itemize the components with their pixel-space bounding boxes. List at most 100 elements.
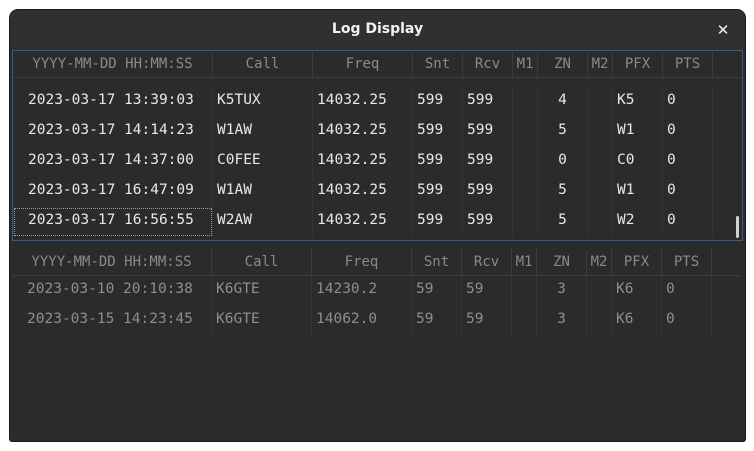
- column-header-freq[interactable]: Freq: [313, 51, 413, 77]
- cell-rcv: 599: [463, 147, 513, 177]
- cell-pfx: W1: [613, 117, 663, 147]
- cell-pfx: W1: [613, 177, 663, 207]
- cell-call: K6GTE: [212, 276, 312, 306]
- cell-timestamp: 2023-03-17 13:39:03: [13, 87, 213, 117]
- cell-pts: 0: [662, 276, 712, 306]
- cell-rcv: 599: [463, 87, 513, 117]
- cell-pts: 0: [663, 87, 713, 117]
- cell-snt: 599: [413, 87, 463, 117]
- cell-zn: 5: [538, 177, 588, 207]
- partial-row: 2023-03-17 13:30:00W1AW14032.255995995W1…: [13, 77, 713, 83]
- cell-pfx: K5: [613, 87, 663, 117]
- cell-m2: [588, 147, 613, 177]
- cell-pts: 0: [663, 177, 713, 207]
- column-header-rcv[interactable]: Rcv: [462, 249, 512, 275]
- column-header-m2[interactable]: M2: [588, 51, 613, 77]
- cell-call: W2AW: [213, 207, 313, 237]
- cell-zn: 3: [537, 306, 587, 336]
- cell-pts: 0: [662, 306, 712, 336]
- cell-freq: 14062.0: [312, 306, 412, 336]
- cell-m1: [512, 276, 537, 306]
- cell-call: W1AW: [213, 77, 313, 83]
- table-row[interactable]: 2023-03-17 16:47:09 W1AW 14032.25 599 599 5 W1…: [13, 177, 713, 207]
- column-header-rcv[interactable]: Rcv: [463, 51, 513, 77]
- cell-m1: [513, 117, 538, 147]
- column-header-m1[interactable]: M1: [512, 249, 537, 275]
- cell-snt: 59: [412, 276, 462, 306]
- cell-m2: [588, 87, 613, 117]
- cell-pts: 0: [663, 77, 713, 83]
- cell-m2: [588, 207, 613, 237]
- cell-timestamp: 2023-03-17 13:30:00: [13, 77, 213, 83]
- close-icon[interactable]: ✕: [711, 18, 735, 42]
- column-header-pfx[interactable]: PFX: [613, 51, 663, 77]
- column-header-timestamp[interactable]: YYYY-MM-DD HH:MM:SS: [13, 51, 213, 77]
- cell-timestamp: 2023-03-17 16:47:09: [13, 177, 213, 207]
- cell-snt: 599: [413, 77, 463, 83]
- column-header-snt[interactable]: Snt: [412, 249, 462, 275]
- cell-zn: 0: [538, 147, 588, 177]
- cell-call: K6GTE: [212, 306, 312, 336]
- focused-timestamp-cell: 2023-03-17 16:56:55: [13, 207, 213, 237]
- cell-timestamp: 2023-03-15 14:23:45: [12, 306, 212, 336]
- title-bar: Log Display ✕: [10, 10, 745, 51]
- cell-call: K5TUX: [213, 87, 313, 117]
- cell-m1: [513, 147, 538, 177]
- table-header: YYYY-MM-DD HH:MM:SS Call Freq Snt Rcv M1 ZN M2 P…: [13, 51, 742, 78]
- column-header-pfx[interactable]: PFX: [612, 249, 662, 275]
- contest-log-table[interactable]: YYYY-MM-DD HH:MM:SS Call Freq Snt Rcv M1 ZN M2 P…: [12, 50, 743, 241]
- column-header-snt[interactable]: Snt: [413, 51, 463, 77]
- table-row[interactable]: 2023-03-10 20:10:38 K6GTE 14230.2 59 59 3 K6 0: [12, 276, 712, 306]
- cell-zn: 4: [538, 87, 588, 117]
- column-header-zn[interactable]: ZN: [537, 249, 587, 275]
- table-row[interactable]: 2023-03-17 13:39:03 K5TUX 14032.25 599 599 4 K…: [13, 87, 713, 117]
- window-title: Log Display: [331, 21, 424, 37]
- column-header-m2[interactable]: M2: [587, 249, 612, 275]
- cell-freq: 14032.25: [313, 177, 413, 207]
- cell-zn: 5: [538, 207, 588, 237]
- scrollbar-thumb[interactable]: [736, 216, 739, 238]
- column-header-pts[interactable]: PTS: [662, 249, 712, 275]
- cell-snt: 59: [412, 306, 462, 336]
- cell-call: W1AW: [213, 177, 313, 207]
- cell-rcv: 59: [462, 306, 512, 336]
- table-row[interactable]: 2023-03-17 14:37:00 C0FEE 14032.25 599 599 0 C…: [13, 147, 713, 177]
- column-header-call[interactable]: Call: [213, 51, 313, 77]
- table-row[interactable]: 2023-03-15 14:23:45 K6GTE 14062.0 59 59 3 K6 0: [12, 306, 712, 336]
- cell-snt: 599: [413, 177, 463, 207]
- table-row[interactable]: 2023-03-17 14:14:23 W1AW 14032.25 599 599 5 W1…: [13, 117, 713, 147]
- column-header-zn[interactable]: ZN: [538, 51, 588, 77]
- cell-rcv: 599: [463, 177, 513, 207]
- cell-snt: 599: [413, 147, 463, 177]
- column-header-call[interactable]: Call: [212, 249, 312, 275]
- table-row[interactable]: 2023-03-17 16:56:55 W2AW 14032.25 599 599 5 W2…: [13, 207, 713, 237]
- cell-pfx: W1: [613, 77, 663, 83]
- cell-timestamp: 2023-03-17 14:14:23: [13, 117, 213, 147]
- cell-rcv: 599: [463, 207, 513, 237]
- cell-m1: [513, 77, 538, 83]
- cell-freq: 14032.25: [313, 147, 413, 177]
- cell-timestamp: 2023-03-10 20:10:38: [12, 276, 212, 306]
- column-header-m1[interactable]: M1: [513, 51, 538, 77]
- cell-m1: [512, 306, 537, 336]
- cell-pfx: C0: [613, 147, 663, 177]
- column-header-freq[interactable]: Freq: [312, 249, 412, 275]
- cell-m1: [513, 177, 538, 207]
- column-header-pts[interactable]: PTS: [663, 51, 713, 77]
- cell-m2: [588, 117, 613, 147]
- cell-m2: [588, 77, 613, 83]
- cell-freq: 14032.25: [313, 207, 413, 237]
- cell-pfx: K6: [612, 306, 662, 336]
- call-history-table[interactable]: YYYY-MM-DD HH:MM:SS Call Freq Snt Rcv M1 ZN M2 P…: [12, 249, 741, 439]
- cell-pts: 0: [663, 147, 713, 177]
- cell-m2: [588, 177, 613, 207]
- cell-pfx: K6: [612, 276, 662, 306]
- cell-freq: 14032.25: [313, 117, 413, 147]
- cell-rcv: 599: [463, 117, 513, 147]
- column-header-timestamp[interactable]: YYYY-MM-DD HH:MM:SS: [12, 249, 212, 275]
- cell-m1: [513, 87, 538, 117]
- cell-m1: [513, 207, 538, 237]
- cell-timestamp: 2023-03-17 14:37:00: [13, 147, 213, 177]
- cell-freq: 14032.25: [313, 77, 413, 83]
- cell-rcv: 599: [463, 77, 513, 83]
